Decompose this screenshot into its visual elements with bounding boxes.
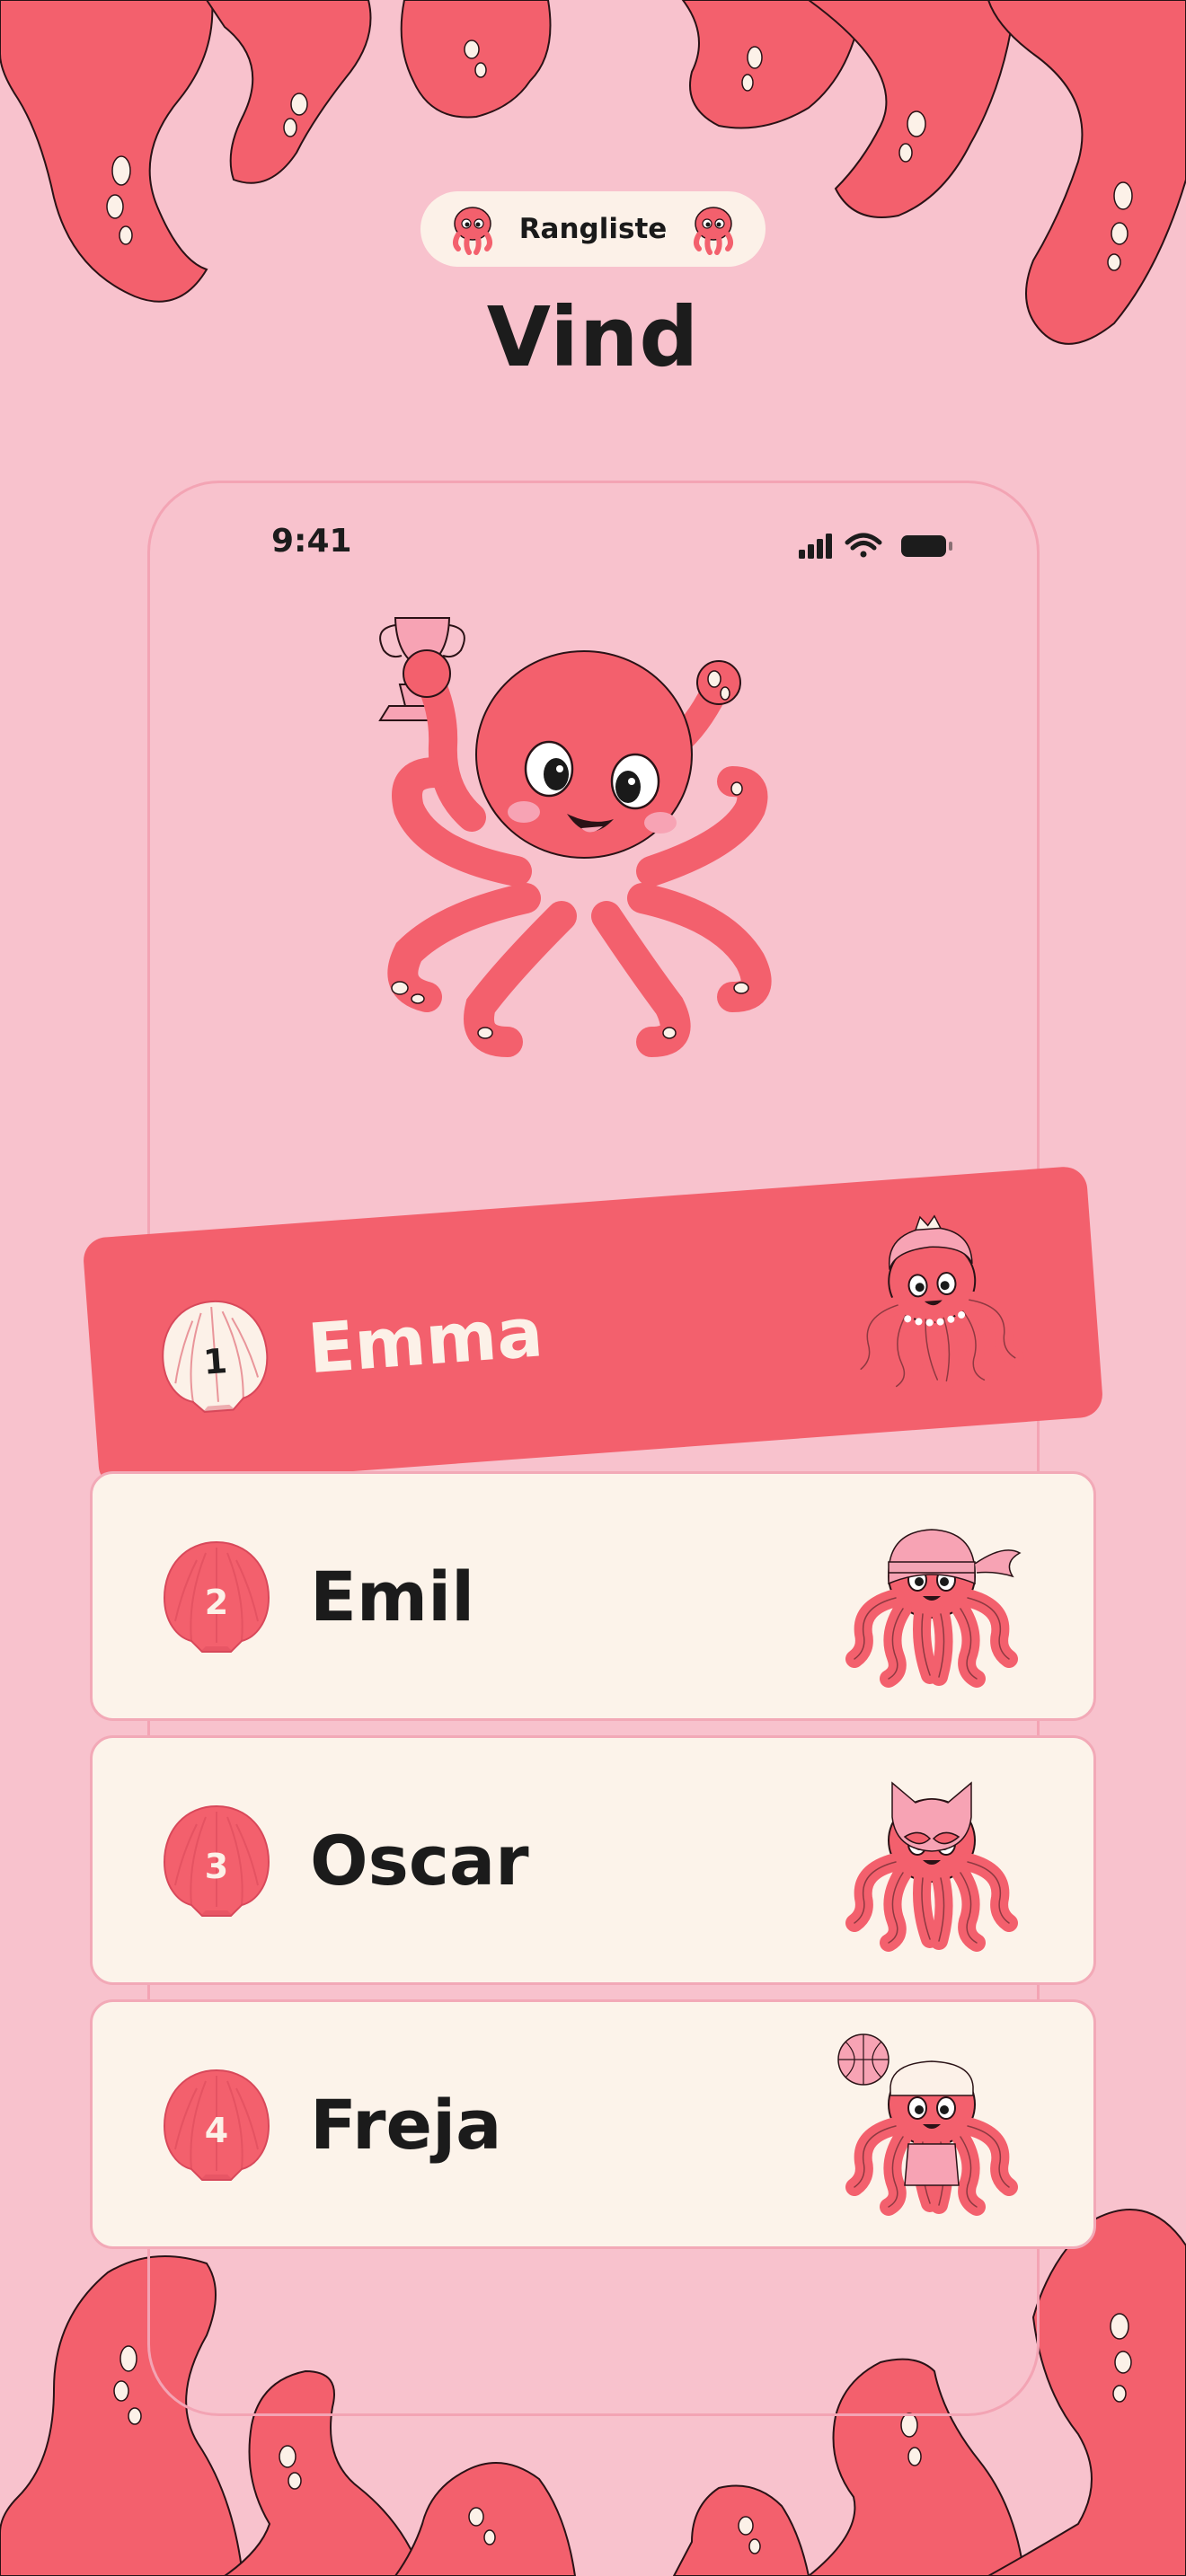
status-icons	[799, 533, 952, 559]
cellular-signal-icon	[799, 534, 832, 559]
octopus-cat-mask-avatar	[833, 1763, 1031, 1961]
rank-number: 3	[204, 1847, 229, 1886]
status-time: 9:41	[271, 523, 352, 560]
rank-shell-icon: 2	[155, 1535, 278, 1657]
leaderboard-row-2[interactable]: 2 Emil	[90, 1471, 1096, 1721]
player-name: Oscar	[310, 1820, 529, 1901]
octopus-ninja-avatar	[833, 1499, 1031, 1697]
rank-number: 2	[204, 1583, 229, 1622]
octopus-princess-avatar	[828, 1196, 1040, 1408]
wifi-icon	[845, 533, 882, 558]
octopus-face-icon	[694, 207, 734, 255]
hero-octopus-illustration	[378, 617, 772, 1057]
rank-shell-icon: 3	[155, 1799, 278, 1921]
leaderboard-badge-label: Rangliste	[518, 213, 668, 245]
battery-icon	[901, 535, 952, 557]
player-name: Emma	[305, 1291, 546, 1389]
rank-number: 4	[204, 2111, 229, 2150]
rank-shell-icon: 4	[155, 2063, 278, 2185]
rank-number: 1	[201, 1340, 229, 1382]
player-name: Freja	[310, 2084, 502, 2165]
page-title: Vind	[486, 289, 700, 385]
leaderboard-badge: Rangliste	[420, 191, 766, 267]
octopus-basketball-avatar	[833, 2027, 1031, 2225]
leaderboard-row-4[interactable]: 4 Freja	[90, 1999, 1096, 2249]
octopus-face-icon	[452, 207, 492, 255]
player-name: Emil	[310, 1556, 475, 1636]
leaderboard-row-3[interactable]: 3 Oscar	[90, 1735, 1096, 1985]
rank-shell-icon: 1	[149, 1290, 280, 1421]
